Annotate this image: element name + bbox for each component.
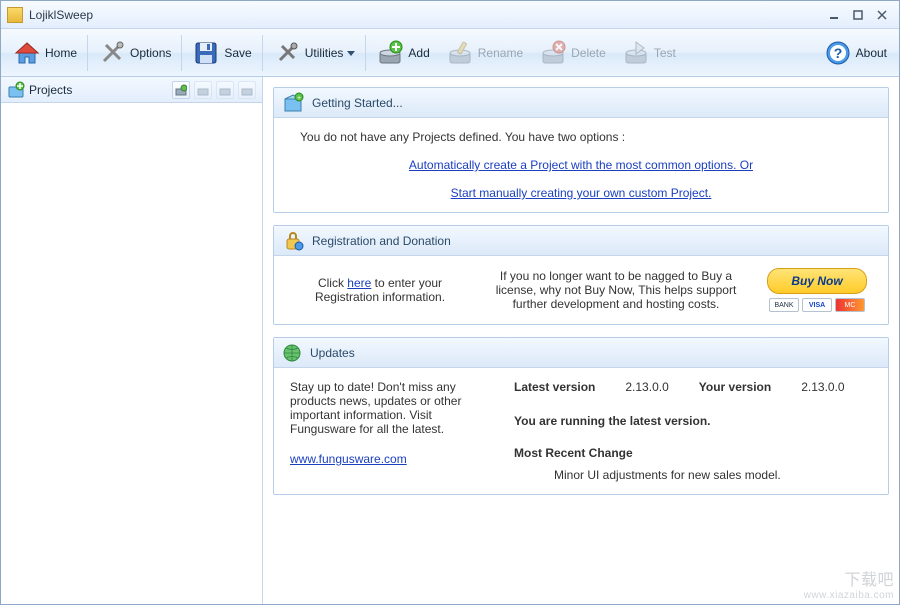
globe-icon: [282, 343, 302, 363]
your-version-label: Your version: [699, 380, 771, 394]
options-label: Options: [130, 46, 171, 60]
about-icon: ?: [824, 39, 852, 67]
registration-panel: Registration and Donation Click here to …: [273, 225, 889, 325]
projects-icon: [7, 81, 25, 99]
toolbar-separator: [365, 35, 366, 71]
recent-change-label: Most Recent Change: [514, 446, 872, 460]
home-label: Home: [45, 46, 77, 60]
side-btn-2: [194, 81, 212, 99]
rename-icon: [446, 39, 474, 67]
main-split: Projects + Getting Started... You do not…: [1, 77, 899, 604]
box-icon: +: [282, 92, 304, 114]
content-area: + Getting Started... You do not have any…: [263, 77, 899, 604]
save-label: Save: [224, 46, 251, 60]
window-title: LojiklSweep: [29, 8, 821, 22]
updates-header: Updates: [274, 338, 888, 368]
latest-version-value: 2.13.0.0: [625, 380, 668, 394]
delete-label: Delete: [571, 46, 606, 60]
recent-change-text: Minor UI adjustments for new sales model…: [554, 468, 872, 482]
add-button[interactable]: Add: [368, 33, 437, 73]
options-icon: [98, 39, 126, 67]
mastercard-logo: MC: [835, 298, 865, 312]
toolbar: Home Options Save Utilities Add Rename: [1, 29, 899, 77]
svg-text:+: +: [297, 95, 301, 102]
close-icon: [877, 10, 887, 20]
toolbar-separator: [87, 35, 88, 71]
toolbar-separator: [262, 35, 263, 71]
registration-header: Registration and Donation: [274, 226, 888, 256]
toolbar-separator: [181, 35, 182, 71]
side-btn-4: [238, 81, 256, 99]
close-button[interactable]: [871, 6, 893, 24]
visa-logo: VISA: [802, 298, 832, 312]
registration-nag-text: If you no longer want to be nagged to Bu…: [484, 269, 748, 311]
manual-create-link[interactable]: Start manually creating your own custom …: [451, 186, 712, 200]
utilities-button[interactable]: Utilities: [265, 33, 364, 73]
test-label: Test: [654, 46, 676, 60]
getting-started-header: + Getting Started...: [274, 88, 888, 118]
test-icon: [622, 39, 650, 67]
minimize-icon: [829, 10, 839, 20]
test-button: Test: [614, 33, 684, 73]
running-latest-text: You are running the latest version.: [514, 414, 872, 428]
save-button[interactable]: Save: [184, 33, 259, 73]
updates-body: Stay up to date! Don't miss any products…: [274, 368, 888, 494]
latest-version-label: Latest version: [514, 380, 595, 394]
app-icon: [7, 7, 23, 23]
home-icon: [13, 39, 41, 67]
registration-body: Click here to enter your Registration in…: [274, 256, 888, 324]
sidebar-body: [1, 103, 262, 604]
getting-started-panel: + Getting Started... You do not have any…: [273, 87, 889, 213]
getting-started-intro: You do not have any Projects defined. Yo…: [300, 130, 872, 144]
about-label: About: [856, 46, 887, 60]
updates-title: Updates: [310, 346, 355, 360]
sidebar-title: Projects: [29, 83, 168, 97]
side-btn-3: [216, 81, 234, 99]
maximize-icon: [853, 10, 863, 20]
rename-label: Rename: [478, 46, 523, 60]
updates-stay-text: Stay up to date! Don't miss any products…: [290, 380, 490, 436]
rename-button: Rename: [438, 33, 531, 73]
delete-button: Delete: [531, 33, 614, 73]
lock-icon: [282, 230, 304, 252]
sidebar: Projects: [1, 77, 263, 604]
chevron-down-icon: [347, 49, 355, 57]
save-icon: [192, 39, 220, 67]
add-icon: [376, 39, 404, 67]
utilities-label: Utilities: [305, 46, 344, 60]
registration-click-text: Click here to enter your Registration in…: [290, 276, 470, 304]
auto-create-link[interactable]: Automatically create a Project with the …: [409, 158, 753, 172]
registration-here-link[interactable]: here: [347, 276, 371, 290]
side-btn-1[interactable]: [172, 81, 190, 99]
svg-text:?: ?: [833, 45, 842, 61]
minimize-button[interactable]: [823, 6, 845, 24]
maximize-button[interactable]: [847, 6, 869, 24]
about-button[interactable]: ? About: [816, 33, 895, 73]
your-version-value: 2.13.0.0: [801, 380, 844, 394]
home-button[interactable]: Home: [5, 33, 85, 73]
fungusware-link[interactable]: www.fungusware.com: [290, 452, 407, 466]
utilities-icon: [273, 39, 301, 67]
sidebar-header: Projects: [1, 77, 262, 103]
registration-title: Registration and Donation: [312, 234, 451, 248]
payment-logos: BANK VISA MC: [769, 298, 865, 312]
delete-icon: [539, 39, 567, 67]
updates-panel: Updates Stay up to date! Don't miss any …: [273, 337, 889, 495]
add-label: Add: [408, 46, 429, 60]
getting-started-body: You do not have any Projects defined. Yo…: [274, 118, 888, 212]
buy-now-button[interactable]: Buy Now: [767, 268, 867, 294]
getting-started-title: Getting Started...: [312, 96, 403, 110]
titlebar: LojiklSweep: [1, 1, 899, 29]
bank-logo: BANK: [769, 298, 799, 312]
options-button[interactable]: Options: [90, 33, 179, 73]
